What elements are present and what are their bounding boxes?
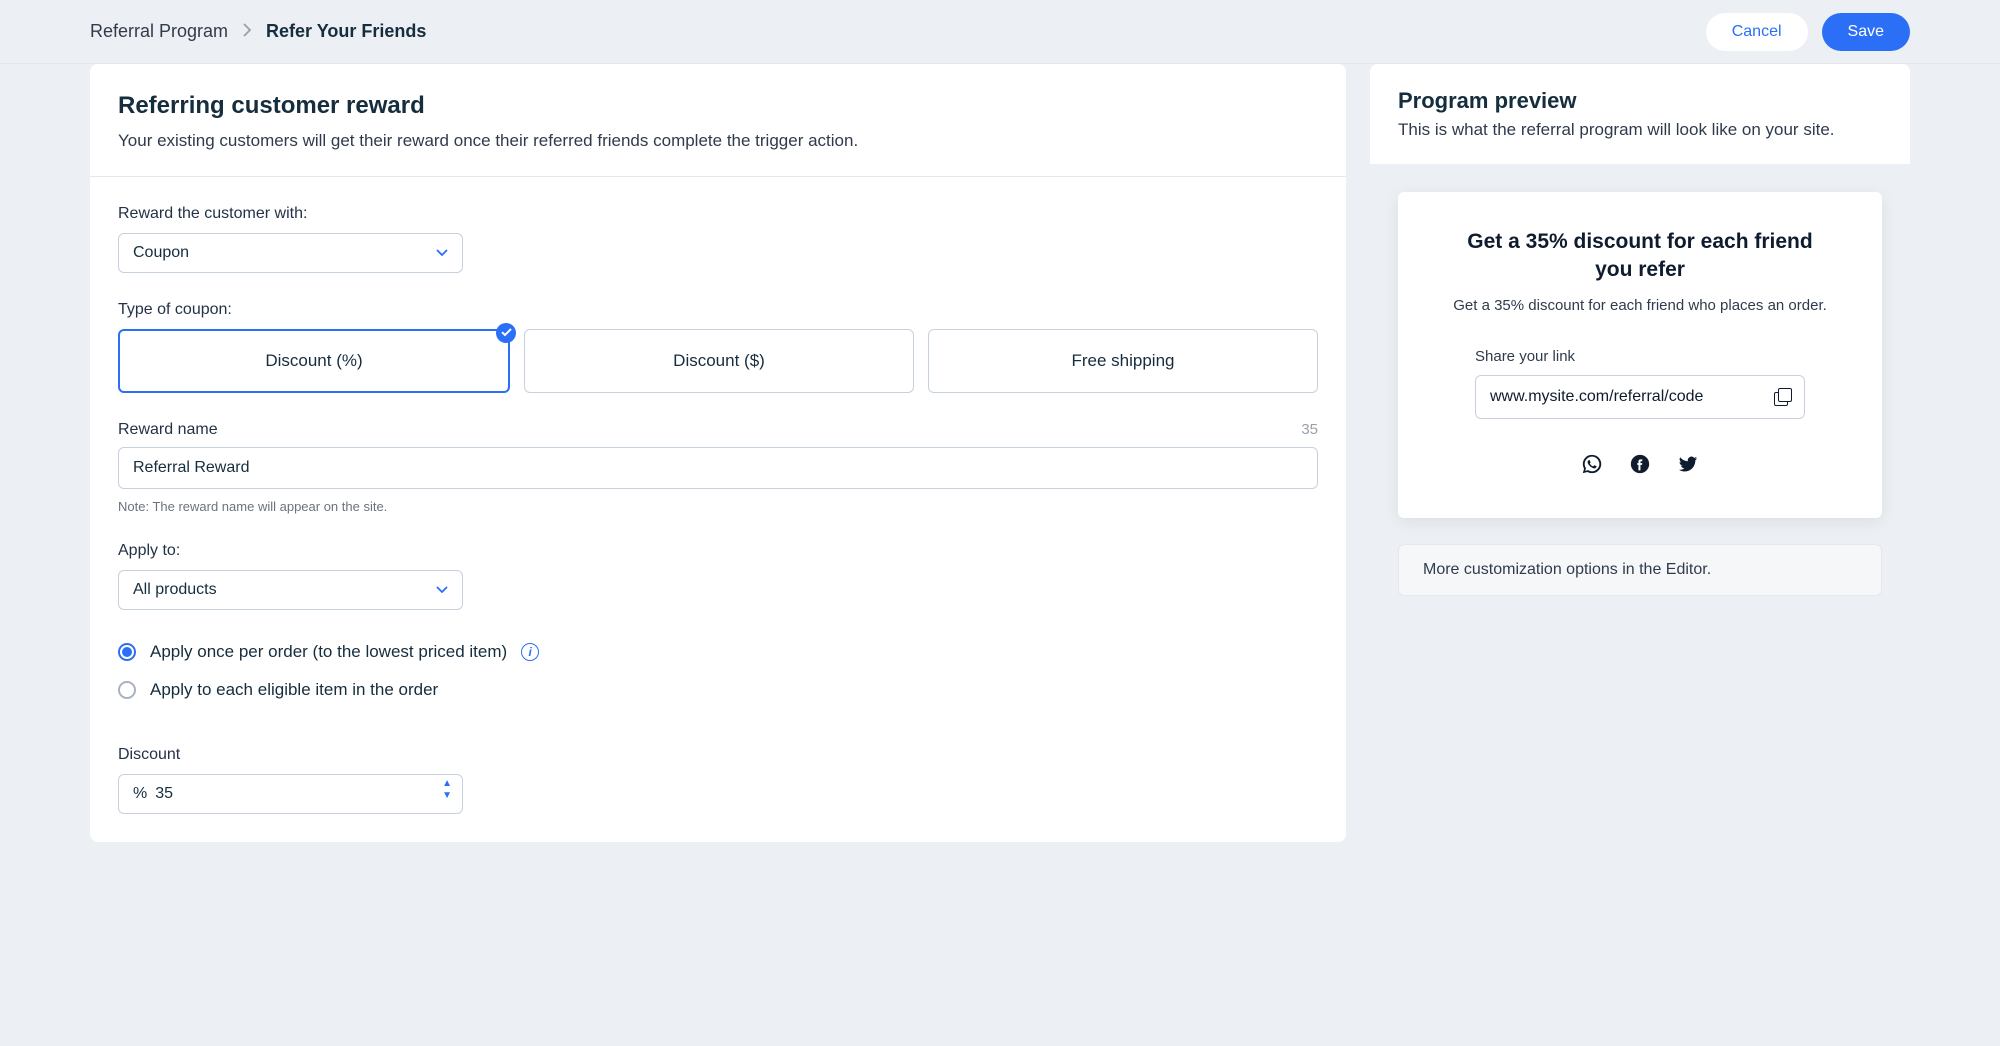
reward-name-label: Reward name <box>118 421 218 439</box>
share-label: Share your link <box>1475 348 1805 365</box>
section-description: Your existing customers will get their r… <box>118 128 1318 154</box>
section-title: Referring customer reward <box>118 92 1318 120</box>
chevron-down-icon <box>436 581 448 599</box>
discount-value: 35 <box>155 785 173 803</box>
breadcrumb-current: Refer Your Friends <box>266 21 426 42</box>
chevron-right-icon <box>242 21 252 42</box>
preview-title: Program preview <box>1398 88 1882 114</box>
preview-panel: Program preview This is what the referra… <box>1370 64 1910 624</box>
discount-label: Discount <box>118 746 1318 764</box>
section-body: Reward the customer with: Coupon Type of… <box>90 177 1346 842</box>
preview-stage: Get a 35% discount for each friend you r… <box>1370 164 1910 624</box>
check-badge-icon <box>496 323 516 343</box>
stepper-up-icon[interactable]: ▲ <box>442 779 452 789</box>
reward-with-value: Coupon <box>133 244 189 262</box>
radio-each-item[interactable]: Apply to each eligible item in the order <box>118 680 1318 700</box>
share-link-field[interactable]: www.mysite.com/referral/code <box>1475 375 1805 419</box>
topbar-actions: Cancel Save <box>1706 13 1910 51</box>
reward-name-counter: 35 <box>1301 421 1318 438</box>
radio-once-per-order[interactable]: Apply once per order (to the lowest pric… <box>118 642 1318 662</box>
whatsapp-icon[interactable] <box>1581 453 1603 478</box>
apply-to-select[interactable]: All products <box>118 570 463 610</box>
main-panel: Referring customer reward Your existing … <box>90 64 1346 842</box>
discount-input[interactable]: % 35 ▲ ▼ <box>118 774 463 814</box>
breadcrumb: Referral Program Refer Your Friends <box>90 21 426 42</box>
stepper-icon[interactable]: ▲ ▼ <box>442 779 452 801</box>
info-icon[interactable]: i <box>521 643 539 661</box>
social-icons <box>1430 453 1850 478</box>
preview-card-subtitle: Get a 35% discount for each friend who p… <box>1430 297 1850 314</box>
facebook-icon[interactable] <box>1629 453 1651 478</box>
apply-to-value: All products <box>133 581 217 599</box>
radio-on-icon <box>118 643 136 661</box>
chevron-down-icon <box>436 244 448 262</box>
copy-icon[interactable] <box>1774 388 1792 406</box>
coupon-type-label: Type of coupon: <box>118 301 1318 319</box>
twitter-icon[interactable] <box>1677 453 1699 478</box>
coupon-type-group: Discount (%) Discount ($) Free shipping <box>118 329 1318 393</box>
preview-card: Get a 35% discount for each friend you r… <box>1398 192 1882 518</box>
section-header: Referring customer reward Your existing … <box>90 64 1346 177</box>
editor-note: More customization options in the Editor… <box>1398 544 1882 596</box>
apply-to-label: Apply to: <box>118 542 1318 560</box>
stepper-down-icon[interactable]: ▼ <box>442 791 452 801</box>
reward-with-label: Reward the customer with: <box>118 205 1318 223</box>
reward-name-note: Note: The reward name will appear on the… <box>118 499 1318 514</box>
preview-header: Program preview This is what the referra… <box>1370 64 1910 164</box>
coupon-type-free-shipping[interactable]: Free shipping <box>928 329 1318 393</box>
share-url: www.mysite.com/referral/code <box>1490 388 1703 406</box>
coupon-type-percent[interactable]: Discount (%) <box>118 329 510 393</box>
preview-card-title: Get a 35% discount for each friend you r… <box>1460 228 1820 285</box>
reward-with-select[interactable]: Coupon <box>118 233 463 273</box>
workspace: Referring customer reward Your existing … <box>0 64 2000 882</box>
coupon-type-free-shipping-label: Free shipping <box>1071 351 1174 371</box>
topbar: Referral Program Refer Your Friends Canc… <box>0 0 2000 64</box>
cancel-button[interactable]: Cancel <box>1706 13 1808 51</box>
radio-off-icon <box>118 681 136 699</box>
reward-name-input[interactable] <box>118 447 1318 489</box>
radio-each-item-label: Apply to each eligible item in the order <box>150 680 438 700</box>
radio-once-label: Apply once per order (to the lowest pric… <box>150 642 507 662</box>
discount-unit: % <box>133 785 147 803</box>
breadcrumb-root[interactable]: Referral Program <box>90 21 228 42</box>
coupon-type-amount-label: Discount ($) <box>673 351 765 371</box>
share-block: Share your link www.mysite.com/referral/… <box>1475 348 1805 419</box>
preview-description: This is what the referral program will l… <box>1398 120 1882 140</box>
apply-mode-radio-group: Apply once per order (to the lowest pric… <box>118 642 1318 700</box>
coupon-type-percent-label: Discount (%) <box>265 351 362 371</box>
coupon-type-amount[interactable]: Discount ($) <box>524 329 914 393</box>
save-button[interactable]: Save <box>1822 13 1910 51</box>
